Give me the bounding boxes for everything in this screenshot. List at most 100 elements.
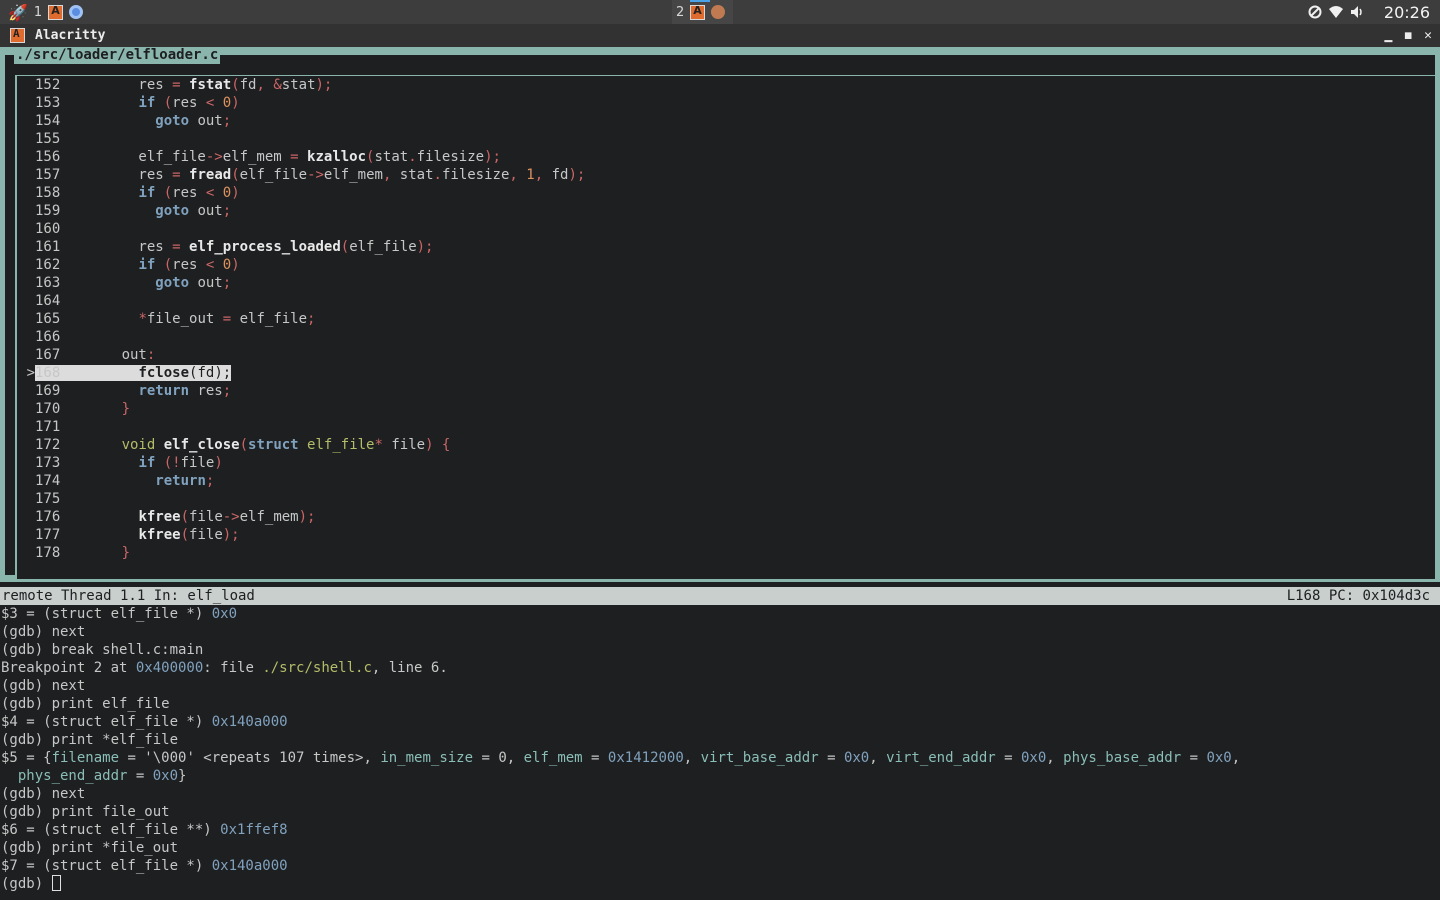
line-number[interactable]: 159 [35,202,71,220]
source-line[interactable]: 177 kfree(file); [17,526,1435,544]
line-number[interactable]: 157 [35,166,71,184]
line-number[interactable]: 174 [35,472,71,490]
source-line[interactable]: 160 [17,220,1435,238]
line-content: 167 out: [35,347,155,363]
console-prompt-line[interactable]: (gdb) [0,875,1440,893]
close-button[interactable]: ✕ [1424,28,1432,43]
rocket-icon[interactable]: 🚀 [8,3,28,22]
line-content: 163 goto out; [35,275,231,291]
minimize-button[interactable]: ▁ [1385,28,1393,43]
code-token: kfree [138,527,181,543]
source-line[interactable]: 167 out: [17,346,1435,364]
line-number[interactable]: 167 [35,346,71,364]
line-number[interactable]: 166 [35,328,71,346]
source-line[interactable]: 162 if (res < 0) [17,256,1435,274]
source-line[interactable]: 164 [17,292,1435,310]
source-line[interactable]: 158 if (res < 0) [17,184,1435,202]
line-number[interactable]: 164 [35,292,71,310]
app-icon[interactable] [711,5,726,19]
window-controls: ▁ ◼ ✕ [1385,24,1432,47]
line-number[interactable]: 165 [35,310,71,328]
line-number[interactable]: 154 [35,112,71,130]
line-number[interactable]: 173 [35,454,71,472]
line-number[interactable]: 171 [35,418,71,436]
system-tray: 20:26 [1308,0,1430,24]
source-line[interactable]: 166 [17,328,1435,346]
alacritty-icon[interactable] [690,4,706,20]
source-line[interactable]: 174 return; [17,472,1435,490]
source-line[interactable]: 156 elf_file->elf_mem = kzalloc(stat.fil… [17,148,1435,166]
line-number[interactable]: 152 [35,76,71,94]
code-token: out [189,113,223,129]
chromium-icon[interactable] [69,5,84,19]
line-number[interactable]: 158 [35,184,71,202]
alacritty-icon[interactable] [48,4,64,20]
code-token: file [382,437,426,453]
source-line[interactable]: 161 res = elf_process_loaded(elf_file); [17,238,1435,256]
volume-icon[interactable] [1350,5,1364,19]
code-token: ; [222,203,232,219]
source-line[interactable]: 159 goto out; [17,202,1435,220]
line-number[interactable]: 155 [35,130,71,148]
line-number[interactable]: 177 [35,526,71,544]
source-line[interactable]: 171 [17,418,1435,436]
line-number[interactable]: 153 [35,94,71,112]
console-text: = [1181,750,1207,766]
code-token: ); [568,167,586,183]
line-number[interactable]: 168 [35,364,71,382]
text-cursor[interactable] [51,875,61,891]
workspace-2[interactable]: 2 [672,0,734,24]
workspace-2-number[interactable]: 2 [676,5,684,20]
source-line[interactable]: 155 [17,130,1435,148]
source-line[interactable]: 154 goto out; [17,112,1435,130]
source-line[interactable]: 152 res = fstat(fd, &stat); [17,76,1435,94]
line-number[interactable]: 169 [35,382,71,400]
source-line[interactable]: 178 } [17,544,1435,562]
code-token: elf_close [163,437,240,453]
line-number[interactable]: 175 [35,490,71,508]
source-line[interactable]: 175 [17,490,1435,508]
line-content: 160 [35,221,71,237]
line-number[interactable]: 163 [35,274,71,292]
source-line[interactable]: 153 if (res < 0) [17,94,1435,112]
line-number[interactable]: 170 [35,400,71,418]
source-code-view[interactable]: 152 res = fstat(fd, &stat); 153 if (res <… [15,75,1437,581]
workspace-1[interactable]: 🚀 1 [8,0,672,24]
console-line: Breakpoint 2 at 0x400000: file ./src/she… [0,659,1440,677]
code-token: kfree [138,509,181,525]
line-number[interactable]: 156 [35,148,71,166]
console-text: phys_base_addr [1063,750,1182,766]
maximize-button[interactable]: ◼ [1404,28,1412,43]
window-title-bar[interactable]: Alacritty ▁ ◼ ✕ [0,24,1440,47]
line-number[interactable]: 160 [35,220,71,238]
line-number[interactable]: 161 [35,238,71,256]
code-token: stat [281,77,316,93]
line-number[interactable]: 176 [35,508,71,526]
source-line[interactable]: >168 fclose(fd); [17,364,1435,382]
gdb-console[interactable]: $3 = (struct elf_file *) 0x0 (gdb) next (g… [0,605,1440,900]
status-thread-info: remote Thread 1.1 In: elf_load [2,588,255,604]
line-number[interactable]: 172 [35,436,71,454]
console-text: ./src/shell.c [262,660,372,676]
workspace-1-number[interactable]: 1 [34,5,42,20]
line-content: 172 void elf_close(struct elf_file* file… [35,437,450,453]
source-line[interactable]: 169 return res; [17,382,1435,400]
source-line[interactable]: 176 kfree(file->elf_mem); [17,508,1435,526]
source-line[interactable]: 172 void elf_close(struct elf_file* file… [17,436,1435,454]
wifi-icon[interactable] [1328,5,1344,19]
source-line[interactable]: 170 } [17,400,1435,418]
console-text: phys_end_addr [17,768,128,784]
source-line[interactable]: 165 *file_out = elf_file; [17,310,1435,328]
code-token: res [172,257,206,273]
console-text: 0x1ffef8 [220,822,288,838]
source-line[interactable]: 157 res = fread(elf_file->elf_mem, stat.… [17,166,1435,184]
console-text: , line 6. [371,660,448,676]
console-line: $4 = (struct elf_file *) 0x140a000 [0,713,1440,731]
source-line[interactable]: 173 if (!file) [17,454,1435,472]
do-not-disturb-icon[interactable] [1308,5,1322,19]
source-line[interactable]: 163 goto out; [17,274,1435,292]
line-number[interactable]: 162 [35,256,71,274]
line-number[interactable]: 178 [35,544,71,562]
